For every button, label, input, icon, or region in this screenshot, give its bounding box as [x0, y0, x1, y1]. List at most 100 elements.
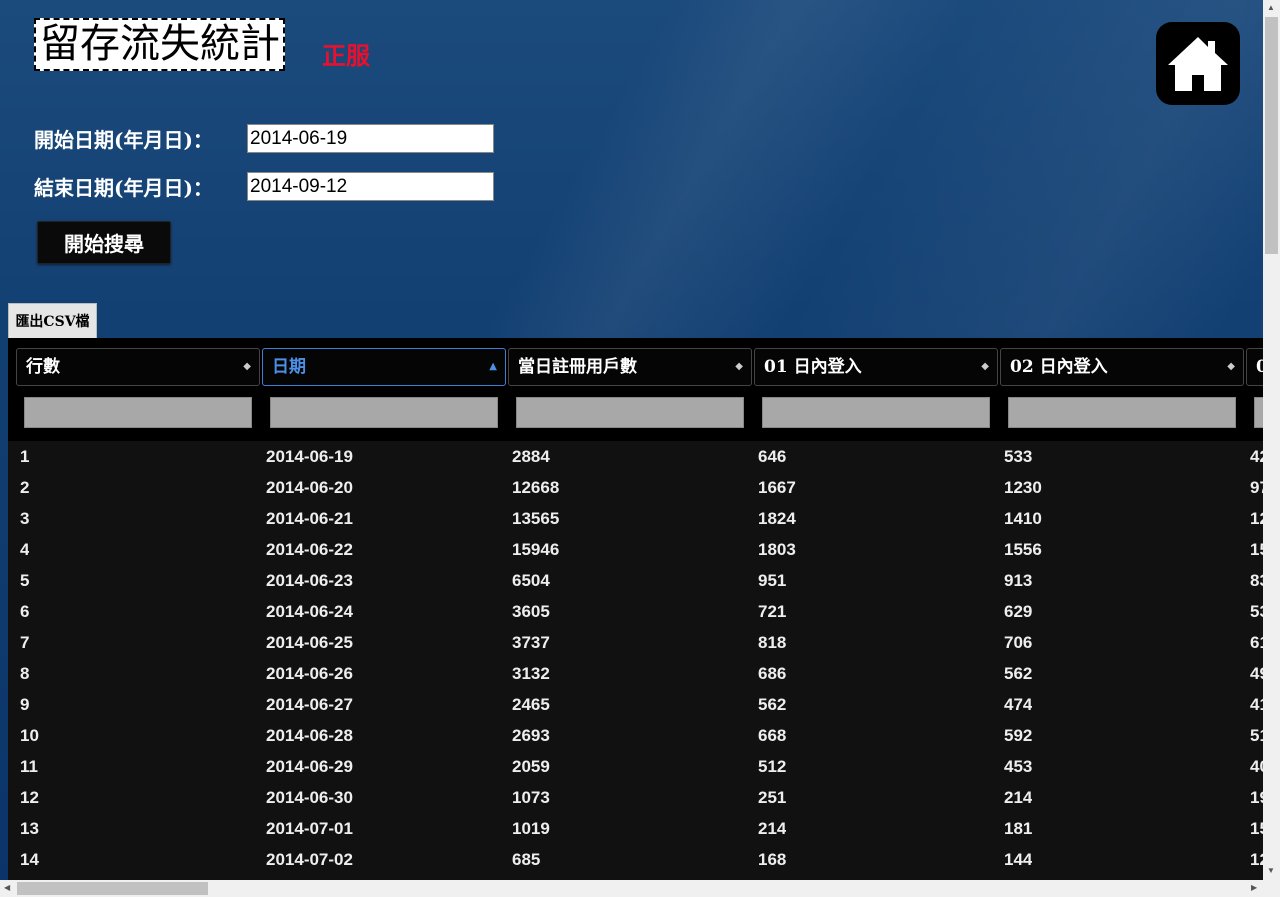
scroll-right-icon[interactable]: ▶: [1251, 883, 1257, 892]
cell-next: 12: [1250, 850, 1263, 869]
column-header-label: 當日註冊用戶數: [518, 357, 637, 377]
table-row[interactable]: 8 2014-06-26 3132 686 562 49: [8, 658, 1263, 689]
cell-date: 2014-06-27: [266, 695, 353, 714]
search-button[interactable]: 開始搜尋: [37, 221, 171, 264]
horizontal-scrollbar[interactable]: ◀ ▶: [0, 880, 1280, 897]
cell-registered-users: 3605: [512, 602, 550, 621]
start-date-input[interactable]: [247, 124, 494, 153]
column-filter-input[interactable]: [1254, 397, 1263, 428]
table-body: 12014-06-1928846465334222014-06-20126681…: [8, 441, 1263, 880]
column-header-label: 0: [1256, 357, 1263, 377]
end-date-input[interactable]: [247, 172, 494, 201]
table-row[interactable]: 3 2014-06-21 13565 1824 1410 12: [8, 503, 1263, 534]
cell-next: 53: [1250, 602, 1263, 621]
cell-next: 15: [1250, 540, 1263, 559]
cell-date: 2014-06-21: [266, 509, 353, 528]
cell-day-02-login: 913: [1004, 571, 1033, 590]
column-header-label: 行數: [26, 357, 60, 377]
cell-date: 2014-06-20: [266, 478, 353, 497]
cell-day-02-login: 214: [1004, 788, 1033, 807]
cell-day-02-login: 1556: [1004, 540, 1042, 559]
data-table: 行數 ◆ 日期 ▲ 當日註冊用戶數 ◆ 01 日內登入 ◆ 02 日內登入 ◆ …: [8, 338, 1263, 880]
vertical-scroll-thumb[interactable]: [1265, 17, 1278, 254]
cell-day-01-login: 1803: [758, 540, 796, 559]
cell-registered-users: 3132: [512, 664, 550, 683]
cell-date: 2014-06-22: [266, 540, 353, 559]
column-header-date[interactable]: 日期 ▲: [262, 348, 506, 386]
page-title: 留存流失統計: [34, 18, 285, 71]
cell-day-01-login: 512: [758, 757, 787, 776]
cell-next: 49: [1250, 664, 1263, 683]
sort-icon: ◆: [735, 361, 743, 372]
column-filter-input[interactable]: [516, 397, 744, 428]
cell-next: 61: [1250, 633, 1263, 652]
cell-row-number: 14: [20, 850, 39, 869]
cell-date: 2014-06-24: [266, 602, 353, 621]
sort-ascending-icon: ▲: [489, 361, 497, 372]
cell-row-number: 4: [20, 540, 30, 559]
cell-row-number: 8: [20, 664, 30, 683]
home-button[interactable]: [1156, 22, 1240, 105]
cell-registered-users: 12668: [512, 478, 560, 497]
column-header-day-02-login[interactable]: 02 日內登入 ◆: [1000, 348, 1244, 386]
table-row[interactable]: 12 2014-06-30 1073 251 214 19: [8, 782, 1263, 813]
cell-day-02-login: 592: [1004, 726, 1033, 745]
cell-date: 2014-07-02: [266, 850, 353, 869]
table-row[interactable]: 4 2014-06-22 15946 1803 1556 15: [8, 534, 1263, 565]
cell-day-02-login: 629: [1004, 602, 1033, 621]
column-filter-input[interactable]: [1008, 397, 1236, 428]
table-row[interactable]: 6 2014-06-24 3605 721 629 53: [8, 596, 1263, 627]
cell-next: 40: [1250, 757, 1263, 776]
column-filter-input[interactable]: [270, 397, 498, 428]
cell-next: 83: [1250, 571, 1263, 590]
table-row[interactable]: 14 2014-07-02 685 168 144 12: [8, 844, 1263, 875]
table-row[interactable]: 1 2014-06-19 2884 646 533 42: [8, 441, 1263, 472]
cell-date: 2014-06-26: [266, 664, 353, 683]
cell-day-01-login: 646: [758, 447, 787, 466]
vertical-scrollbar[interactable]: ▲ ▼: [1263, 0, 1280, 880]
column-header-registered-users[interactable]: 當日註冊用戶數 ◆: [508, 348, 752, 386]
column-header-row-number[interactable]: 行數 ◆: [16, 348, 260, 386]
column-header-day-01-login[interactable]: 01 日內登入 ◆: [754, 348, 998, 386]
cell-registered-users: 1073: [512, 788, 550, 807]
cell-day-02-login: 562: [1004, 664, 1033, 683]
scroll-down-icon[interactable]: ▼: [1267, 866, 1275, 875]
scroll-up-icon[interactable]: ▲: [1267, 3, 1275, 12]
table-row[interactable]: 11 2014-06-29 2059 512 453 40: [8, 751, 1263, 782]
export-csv-button[interactable]: 匯出CSV檔: [8, 303, 97, 338]
column-header-label: 02 日內登入: [1010, 357, 1108, 377]
cell-next: 12: [1250, 509, 1263, 528]
cell-registered-users: 2693: [512, 726, 550, 745]
cell-row-number: 5: [20, 571, 30, 590]
column-filter-input[interactable]: [762, 397, 990, 428]
end-date-label: 結束日期(年月日)：: [34, 176, 213, 200]
cell-date: 2014-06-25: [266, 633, 353, 652]
cell-day-01-login: 1667: [758, 478, 796, 497]
cell-row-number: 6: [20, 602, 30, 621]
cell-date: 2014-07-01: [266, 819, 353, 838]
table-row[interactable]: 5 2014-06-23 6504 951 913 83: [8, 565, 1263, 596]
cell-date: 2014-06-29: [266, 757, 353, 776]
home-icon: [1168, 36, 1228, 91]
table-row[interactable]: 7 2014-06-25 3737 818 706 61: [8, 627, 1263, 658]
cell-row-number: 13: [20, 819, 39, 838]
scroll-left-icon[interactable]: ◀: [4, 883, 10, 892]
server-tag: 正服: [322, 41, 370, 70]
cell-registered-users: 15946: [512, 540, 560, 559]
cell-row-number: 9: [20, 695, 30, 714]
cell-day-01-login: 214: [758, 819, 787, 838]
horizontal-scroll-thumb[interactable]: [17, 882, 208, 895]
cell-date: 2014-06-19: [266, 447, 353, 466]
cell-next: 19: [1250, 788, 1263, 807]
table-row[interactable]: 13 2014-07-01 1019 214 181 15: [8, 813, 1263, 844]
column-filter-input[interactable]: [24, 397, 252, 428]
end-date-row: 結束日期(年月日)：: [34, 172, 494, 201]
table-row[interactable]: 10 2014-06-28 2693 668 592 51: [8, 720, 1263, 751]
table-row[interactable]: 9 2014-06-27 2465 562 474 41: [8, 689, 1263, 720]
cell-registered-users: 1019: [512, 819, 550, 838]
cell-day-02-login: 181: [1004, 819, 1033, 838]
sort-icon: ◆: [981, 361, 989, 372]
column-header-next[interactable]: 0: [1246, 348, 1263, 386]
cell-row-number: 12: [20, 788, 39, 807]
table-row[interactable]: 2 2014-06-20 12668 1667 1230 97: [8, 472, 1263, 503]
